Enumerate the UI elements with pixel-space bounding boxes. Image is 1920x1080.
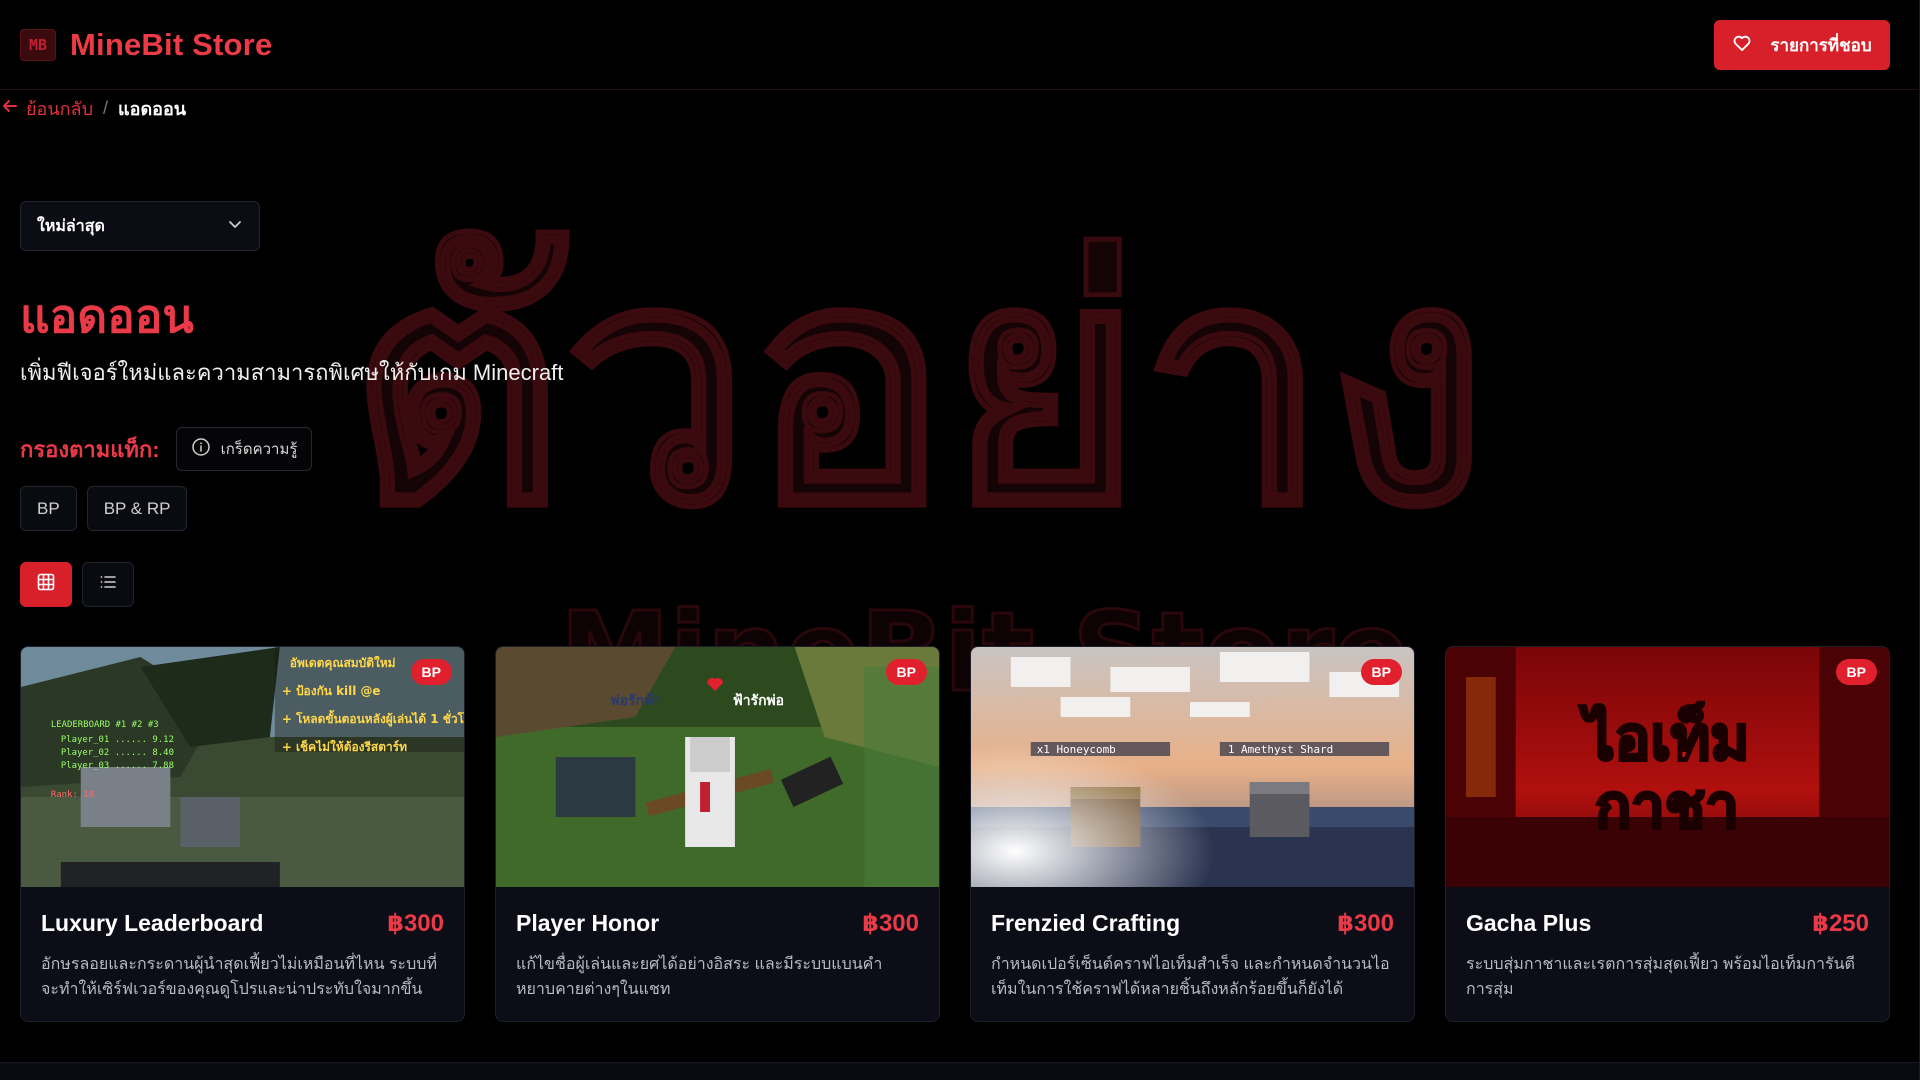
store-logo[interactable]: MB MineBit Store xyxy=(20,27,272,63)
sort-dropdown[interactable]: ใหม่ล่าสุด xyxy=(20,201,260,251)
product-thumbnail: LEADERBOARD #1 #2 #3 Player_01 ...... 9.… xyxy=(21,647,464,887)
category-badge: BP xyxy=(1835,659,1877,685)
product-thumbnail: x1 Honeycomb 1 Amethyst Shard BP xyxy=(971,647,1414,887)
product-description: กำหนดเปอร์เซ็นต์คราฟไอเท็มสำเร็จ และกำหน… xyxy=(991,956,1390,998)
thumb-text: ฟ้ารักพ่อ xyxy=(733,693,784,709)
product-title: Frenzied Crafting xyxy=(991,910,1181,936)
svg-text:Rank: 18: Rank: 18 xyxy=(51,790,94,800)
product-card[interactable]: LEADERBOARD #1 #2 #3 Player_01 ...... 9.… xyxy=(20,646,465,1022)
tag-list: BP BP & RP xyxy=(20,486,188,531)
info-icon xyxy=(191,437,211,461)
thumb-text: x1 Honeycomb xyxy=(1037,743,1116,756)
product-grid: LEADERBOARD #1 #2 #3 Player_01 ...... 9.… xyxy=(20,646,1890,1022)
category-badge: BP xyxy=(885,659,927,685)
product-card[interactable]: พ่อรักฟ้า ฟ้ารักพ่อ BP Player Honor ฿300… xyxy=(495,646,940,1022)
product-description: อักษรลอยและกระดานผู้นำสุดเฟี้ยวไม่เหมือน… xyxy=(41,956,438,998)
svg-text:LEADERBOARD #1 #2 #3: LEADERBOARD #1 #2 #3 xyxy=(51,720,159,730)
wishlist-label: รายการที่ชอบ xyxy=(1770,35,1872,55)
back-link[interactable]: ย้อนกลับ xyxy=(2,94,93,123)
product-card[interactable]: x1 Honeycomb 1 Amethyst Shard BP Frenzie… xyxy=(970,646,1415,1022)
thumb-text: 1 Amethyst Shard xyxy=(1228,743,1333,756)
store-name: MineBit Store xyxy=(70,26,273,62)
sort-selected-value: ใหม่ล่าสุด xyxy=(37,217,105,235)
list-icon xyxy=(99,573,117,596)
list-view-button[interactable] xyxy=(82,562,134,607)
footer-edge xyxy=(0,1062,1920,1080)
product-thumbnail: ไอเท็ม กาชา BP xyxy=(1446,647,1889,887)
tag-filter-header: กรองตามแท็ก: เกร็ดความรู้ xyxy=(20,427,313,471)
view-toggle xyxy=(20,562,134,607)
product-price: ฿250 xyxy=(1812,910,1869,937)
product-description: แก้ไขชื่อผู้เล่นและยศได้อย่างอิสระ และมี… xyxy=(516,956,883,998)
thumb-text: กาชา xyxy=(1595,772,1739,842)
page-title: แอดออน xyxy=(20,290,194,342)
info-label: เกร็ดความรู้ xyxy=(220,441,298,458)
tag-bp-rp[interactable]: BP & RP xyxy=(86,486,188,531)
product-price: ฿300 xyxy=(387,910,444,937)
grid-view-button[interactable] xyxy=(20,562,72,607)
filter-label: กรองตามแท็ก: xyxy=(20,436,160,462)
chevron-down-icon xyxy=(227,216,243,237)
category-badge: BP xyxy=(1360,659,1402,685)
product-thumbnail: พ่อรักฟ้า ฟ้ารักพ่อ BP xyxy=(496,647,939,887)
thumb-text: + ป้องกัน kill @e xyxy=(282,684,381,698)
product-title: Gacha Plus xyxy=(1466,910,1592,936)
arrow-left-icon xyxy=(2,98,18,119)
page-description: เพิ่มฟีเจอร์ใหม่และความสามารถพิเศษให้กับ… xyxy=(20,360,564,385)
svg-text:Player_01 ...... 9.12: Player_01 ...... 9.12 xyxy=(61,735,174,745)
grid-icon xyxy=(37,573,55,596)
heart-icon xyxy=(1732,33,1752,58)
wishlist-button[interactable]: รายการที่ชอบ xyxy=(1714,20,1890,70)
thumb-text: พ่อรักฟ้า xyxy=(610,693,661,709)
thumb-text: ไอเท็ม xyxy=(1578,702,1749,774)
back-label: ย้อนกลับ xyxy=(26,99,94,119)
tag-bp[interactable]: BP xyxy=(20,486,77,531)
thumb-text: + โหลดขั้นตอนหลังผู้เล่นได้ 1 ชั่วโมง xyxy=(282,710,464,727)
product-price: ฿300 xyxy=(1337,910,1394,937)
product-price: ฿300 xyxy=(862,910,919,937)
top-header: MB MineBit Store รายการที่ชอบ xyxy=(0,0,1920,90)
breadcrumb: ย้อนกลับ / แอดออน xyxy=(2,94,186,123)
watermark: ตัวอย่าง MineBit Store xyxy=(330,170,1630,718)
product-title: Luxury Leaderboard xyxy=(41,910,264,936)
thumb-text: + เช็คไม่ให้ต้องรีสตาร์ท xyxy=(282,739,407,754)
breadcrumb-separator: / xyxy=(103,98,109,118)
logo-icon: MB xyxy=(20,28,56,61)
svg-text:Player_03 ...... 7.88: Player_03 ...... 7.88 xyxy=(61,761,174,771)
product-title: Player Honor xyxy=(516,910,660,936)
svg-text:Player_02 ...... 8.40: Player_02 ...... 8.40 xyxy=(61,748,174,758)
info-button[interactable]: เกร็ดความรู้ xyxy=(175,427,313,471)
thumb-text: อัพเดตคุณสมบัติใหม่ xyxy=(290,655,396,671)
product-description: ระบบสุ่มกาชาและเรตการสุ่มสุดเฟี้ยว พร้อม… xyxy=(1466,956,1855,998)
category-badge: BP xyxy=(410,659,452,685)
breadcrumb-current: แอดออน xyxy=(118,99,187,119)
product-card[interactable]: ไอเท็ม กาชา BP Gacha Plus ฿250 ระบบสุ่มก… xyxy=(1445,646,1890,1022)
